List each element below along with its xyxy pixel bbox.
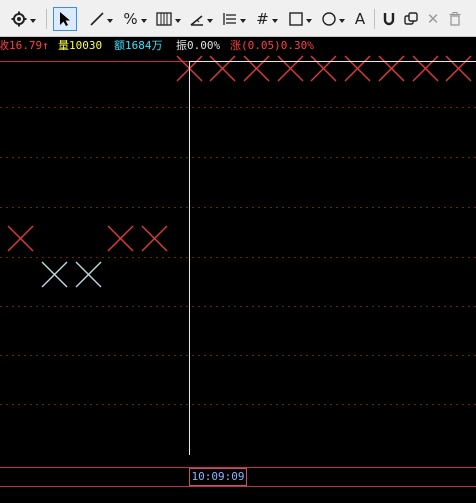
copy-button[interactable] [402, 8, 420, 30]
copy-icon [404, 12, 418, 26]
percent-icon: % [123, 9, 138, 28]
gear-icon [11, 11, 27, 27]
grid-tool-button[interactable]: # [252, 8, 282, 30]
text-tool-button[interactable]: A [351, 8, 369, 30]
intraday-chart[interactable] [0, 55, 476, 455]
up-marker [344, 55, 371, 82]
down-marker [75, 261, 102, 288]
angle-icon [189, 12, 204, 26]
bars-grid-icon [155, 12, 172, 26]
up-marker [209, 55, 236, 82]
up-marker [277, 55, 304, 82]
circle-icon [321, 12, 336, 26]
close-price: 收16.79↑ [0, 39, 49, 52]
up-marker [243, 55, 270, 82]
volume: 量10030 [58, 39, 103, 52]
drawing-toolbar: % # A ✕ [0, 0, 476, 37]
line-icon [89, 12, 104, 26]
angle-tool-button[interactable] [186, 8, 216, 30]
chevron-down-icon [29, 19, 36, 23]
down-marker [41, 261, 68, 288]
down-markers [41, 261, 102, 288]
bars-tool-button[interactable] [153, 8, 183, 30]
close-icon: ✕ [426, 9, 440, 28]
cursor-arrow-icon [59, 11, 71, 27]
text-a-icon: A [354, 9, 366, 28]
amount: 额1684万 [114, 39, 163, 52]
up-markers [7, 55, 472, 252]
trash-icon [449, 12, 461, 26]
chevron-down-icon [206, 19, 213, 23]
toolbar-divider [374, 9, 375, 29]
chevron-down-icon [305, 19, 312, 23]
settings-button[interactable] [6, 8, 40, 30]
chevron-down-icon [338, 19, 345, 23]
change: 涨(0.05)0.30% [230, 39, 314, 52]
chevron-down-icon [174, 19, 181, 23]
rectangle-icon [288, 12, 303, 26]
up-marker [310, 55, 337, 82]
up-marker [378, 55, 405, 82]
list-tool-button[interactable] [219, 8, 249, 30]
list-icon [222, 12, 237, 26]
up-marker [141, 225, 168, 252]
amplitude: 振0.00% [176, 39, 221, 52]
quote-info-bar: 收16.79↑ 量10030 额1684万 振0.00% 涨(0.05)0.30… [0, 37, 476, 55]
ellipse-tool-button[interactable] [318, 8, 348, 30]
chevron-down-icon [106, 19, 113, 23]
line-tool-button[interactable] [86, 8, 116, 30]
select-tool-button[interactable] [53, 7, 77, 31]
trash-button[interactable] [446, 8, 464, 30]
crosshair-time-label: 10:09:09 [189, 468, 247, 486]
delete-button[interactable]: ✕ [424, 8, 442, 30]
up-marker [412, 55, 439, 82]
toolbar-divider [46, 9, 47, 29]
chevron-down-icon [140, 19, 147, 23]
percent-tool-button[interactable]: % [120, 8, 150, 30]
grid-lines [0, 107, 476, 405]
up-marker [445, 55, 472, 82]
magnet-icon [383, 12, 395, 26]
chevron-down-icon [271, 19, 278, 23]
chevron-down-icon [239, 19, 246, 23]
up-marker [107, 225, 134, 252]
up-marker [7, 225, 34, 252]
hash-grid-icon: # [256, 9, 269, 28]
rectangle-tool-button[interactable] [285, 8, 315, 30]
magnet-button[interactable] [380, 8, 398, 30]
